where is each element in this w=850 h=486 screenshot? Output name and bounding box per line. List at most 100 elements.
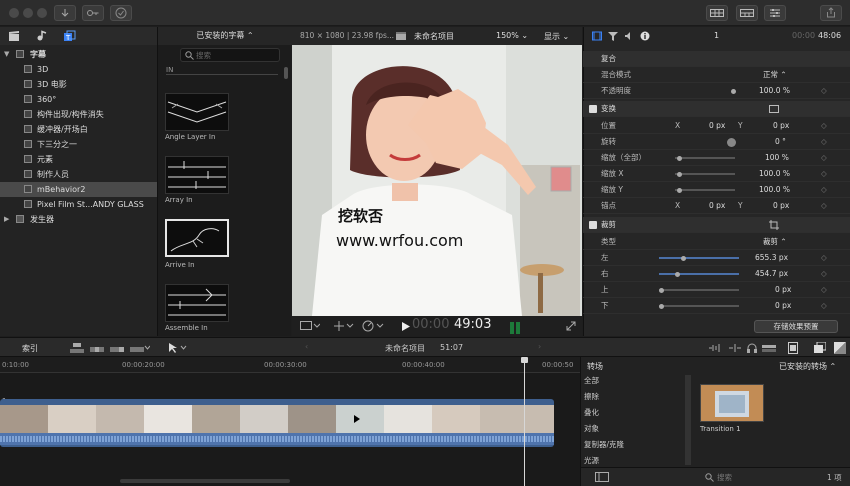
transition-category-lights[interactable]: 光源 [584,453,688,469]
titles-generators-icon[interactable]: T [63,30,76,42]
speed-icon[interactable] [362,320,384,332]
layout-strip-button[interactable] [736,5,758,21]
transform-tool-icon[interactable] [332,321,354,331]
scale-y-slider[interactable] [677,187,682,193]
library-item-bumper-opener[interactable]: 缓冲器/开场白 [0,122,157,137]
crop-left-slider[interactable] [681,255,686,261]
viewer-canvas[interactable]: 挖软否 www.wrfou.com [292,45,582,316]
title-thumb-array-in[interactable] [165,156,229,194]
rotation-dial[interactable] [727,138,736,147]
transform-checkbox[interactable] [589,105,597,113]
scale-all-slider[interactable] [677,155,682,161]
import-button[interactable] [54,5,76,21]
zoom-dropdown[interactable]: 150% ⌄ [496,31,528,40]
video-inspector-icon[interactable] [592,31,602,41]
library-item-build-in-out[interactable]: 构件出现/构件消失 [0,107,157,122]
opacity-slider[interactable] [731,88,736,94]
append-clip-icon[interactable] [110,343,124,353]
filter-inspector-icon[interactable] [608,31,618,41]
opacity-value[interactable]: 100.0 % [759,83,790,99]
timeline-index-button[interactable]: 索引 [22,343,38,354]
viewer-timecode[interactable]: 49:03 [454,317,491,332]
transitions-search-input[interactable]: 搜索 [717,472,732,483]
installed-transitions-dropdown[interactable]: 已安装的转场 ⌃ [779,361,836,372]
keyframe-icon[interactable]: ◇ [821,182,827,198]
layout-grid-button[interactable] [706,5,728,21]
keyframe-icon[interactable]: ◇ [821,298,827,314]
display-dropdown[interactable]: 显示 ⌄ [544,31,569,42]
library-item-pixel-film[interactable]: Pixel Film St...ANDY GLASS [0,197,157,212]
anchor-x-value[interactable]: 0 px [709,198,725,214]
solo-icon[interactable] [762,343,776,353]
transition-category-objects[interactable]: 对象 [584,421,688,437]
transition-category-replicator[interactable]: 复制器/克隆 [584,437,688,453]
effects-browser-icon[interactable] [814,342,826,354]
scale-x-value[interactable]: 100.0 % [759,166,790,182]
crop-type-dropdown[interactable]: 裁剪 ⌃ [763,234,787,250]
connect-clip-icon[interactable] [70,343,84,353]
timeline-back-icon[interactable]: ‹ [305,342,308,351]
fullscreen-icon[interactable] [566,321,576,331]
transform-onscreen-icon[interactable] [769,105,779,113]
music-photo-icon[interactable] [36,30,48,42]
scale-x-slider[interactable] [677,171,682,177]
view-options-icon[interactable] [300,321,320,331]
keyframe-icon[interactable]: ◇ [821,250,827,266]
clip-appearance-icon[interactable] [788,342,798,354]
keyframe-icon[interactable]: ◇ [821,198,827,214]
playhead[interactable] [524,357,525,486]
minimize-window-button[interactable] [23,8,33,18]
clapper-icon[interactable] [8,30,20,42]
save-effects-preset-button[interactable]: 存储效果预置 [754,320,838,333]
rotation-value[interactable]: 0 ° [775,134,786,150]
keyframe-icon[interactable]: ◇ [821,134,827,150]
library-item-credits[interactable]: 制作人员 [0,167,157,182]
transition-thumbnail[interactable] [700,384,764,422]
timeline-ruler[interactable]: 0:10:00 00:00:20:00 00:00:30:00 00:00:40… [0,357,580,373]
library-item-generators[interactable]: ▶ 发生器 [0,212,157,227]
blend-mode-dropdown[interactable]: 正常 ⌃ [763,67,787,83]
scale-all-value[interactable]: 100 % [765,150,789,166]
library-item-mbehavior2[interactable]: mBehavior2 [0,182,157,197]
snapping-icon[interactable] [728,343,742,353]
background-tasks-button[interactable] [110,5,132,21]
transition-category-all[interactable]: 全部 [584,373,688,389]
library-item-3d[interactable]: 3D [0,62,157,77]
zoom-window-button[interactable] [37,8,47,18]
library-item-elements[interactable]: 元素 [0,152,157,167]
crop-left-value[interactable]: 655.3 px [755,250,788,266]
crop-right-value[interactable]: 454.7 px [755,266,788,282]
transition-category-dissolves[interactable]: 叠化 [584,405,688,421]
timeline-tracks[interactable]: 1 [0,357,580,486]
keyframe-icon[interactable]: ◇ [821,83,827,99]
position-x-value[interactable]: 0 px [709,118,725,134]
overwrite-clip-icon[interactable] [130,343,150,353]
transitions-browser-icon[interactable] [834,342,846,354]
crop-checkbox[interactable] [589,221,597,229]
inspector-toggle-button[interactable] [764,5,786,21]
headphones-icon[interactable] [746,342,758,354]
playhead-handle[interactable] [521,357,528,363]
sidebar-toggle-icon[interactable] [595,472,609,482]
crop-top-slider[interactable] [659,287,664,293]
title-thumb-assemble-in[interactable] [165,284,229,322]
anchor-y-value[interactable]: 0 px [773,198,789,214]
share-button[interactable] [820,5,842,21]
info-icon[interactable] [640,31,650,41]
keyframe-icon[interactable]: ◇ [821,150,827,166]
position-y-value[interactable]: 0 px [773,118,789,134]
installed-titles-dropdown[interactable]: 已安装的字幕 ⌃ [158,27,292,45]
library-item-lower-thirds[interactable]: 下三分之一 [0,137,157,152]
crop-bottom-value[interactable]: 0 px [775,298,791,314]
audio-skimming-icon[interactable] [708,343,722,353]
timeline-forward-icon[interactable]: › [538,342,541,351]
audio-inspector-icon[interactable] [624,31,634,41]
crop-right-slider[interactable] [675,271,680,277]
keyframe-icon[interactable]: ◇ [821,266,827,282]
browser-search-input[interactable]: 搜索 [180,48,280,62]
library-item-3d-cinematic[interactable]: 3D 电影 [0,77,157,92]
close-window-button[interactable] [9,8,19,18]
insert-clip-icon[interactable] [90,343,104,353]
timeline-scrollbar[interactable] [120,479,290,483]
transition-category-wipes[interactable]: 擦除 [584,389,688,405]
